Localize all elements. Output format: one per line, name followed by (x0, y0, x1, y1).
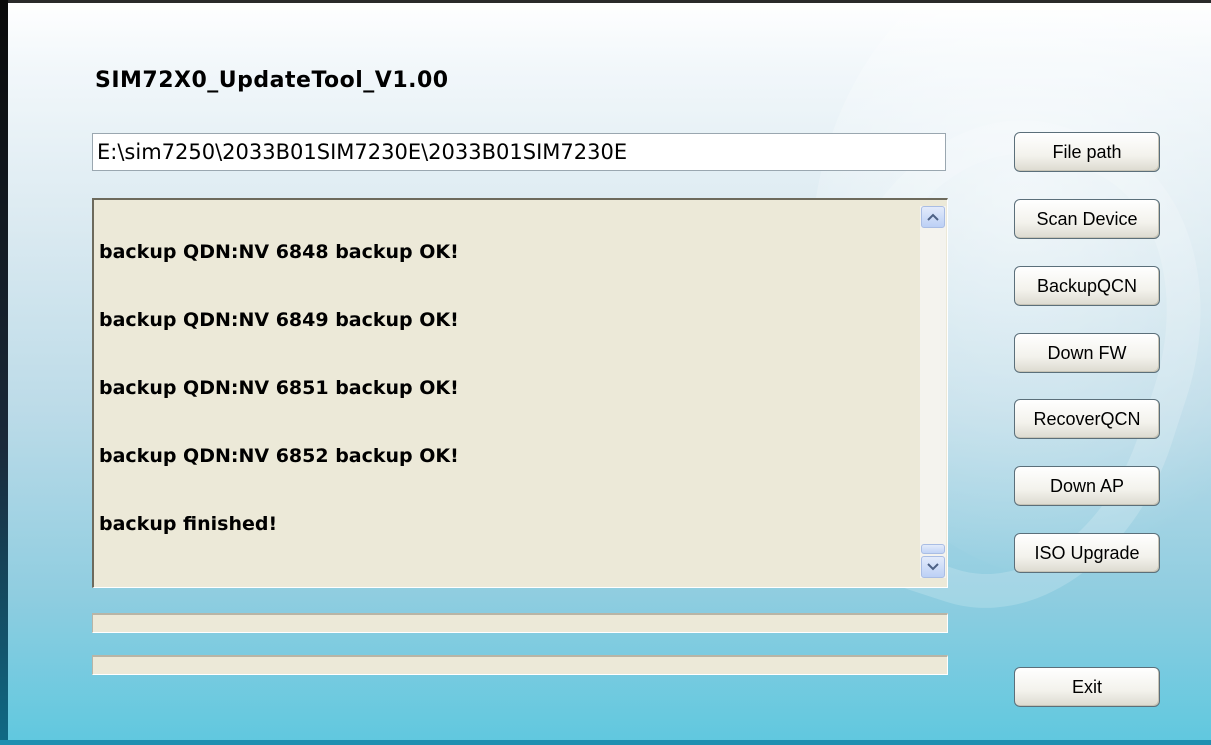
down-ap-button[interactable]: Down AP (1014, 466, 1160, 506)
file-path-button[interactable]: File path (1014, 132, 1160, 172)
scroll-up-button[interactable] (921, 206, 945, 228)
recover-qcn-button[interactable]: RecoverQCN (1014, 399, 1160, 439)
file-path-input[interactable] (92, 133, 946, 171)
log-line: backup QDN:NV 6849 backup OK! (99, 309, 459, 331)
exit-button[interactable]: Exit (1014, 667, 1160, 707)
chevron-down-icon (927, 563, 939, 571)
main-window: SIM72X0_UpdateTool_V1.00 backup QDN:NV 6… (0, 0, 1211, 745)
scan-device-button[interactable]: Scan Device (1014, 199, 1160, 239)
backup-qcn-button[interactable]: BackupQCN (1014, 266, 1160, 306)
progress-bar-1 (92, 613, 948, 633)
scroll-thumb[interactable] (921, 544, 945, 554)
scroll-down-button[interactable] (921, 556, 945, 578)
log-line: backup finished! (99, 513, 278, 535)
progress-bar-2 (92, 655, 948, 675)
log-scrollbar[interactable] (920, 206, 946, 578)
window-left-border (0, 0, 8, 745)
log-line: backup QDN:NV 6852 backup OK! (99, 445, 459, 467)
down-fw-button[interactable]: Down FW (1014, 333, 1160, 373)
window-top-border (0, 0, 1211, 3)
iso-upgrade-button[interactable]: ISO Upgrade (1014, 533, 1160, 573)
window-bottom-border (0, 740, 1211, 745)
log-line: backup QDN:NV 6848 backup OK! (99, 241, 459, 263)
log-output[interactable]: backup QDN:NV 6848 backup OK! backup QDN… (92, 198, 948, 588)
chevron-up-icon (927, 213, 939, 221)
log-line: backup QDN:NV 6851 backup OK! (99, 377, 459, 399)
log-text: backup QDN:NV 6848 backup OK! backup QDN… (99, 240, 899, 580)
app-title: SIM72X0_UpdateTool_V1.00 (95, 68, 449, 93)
